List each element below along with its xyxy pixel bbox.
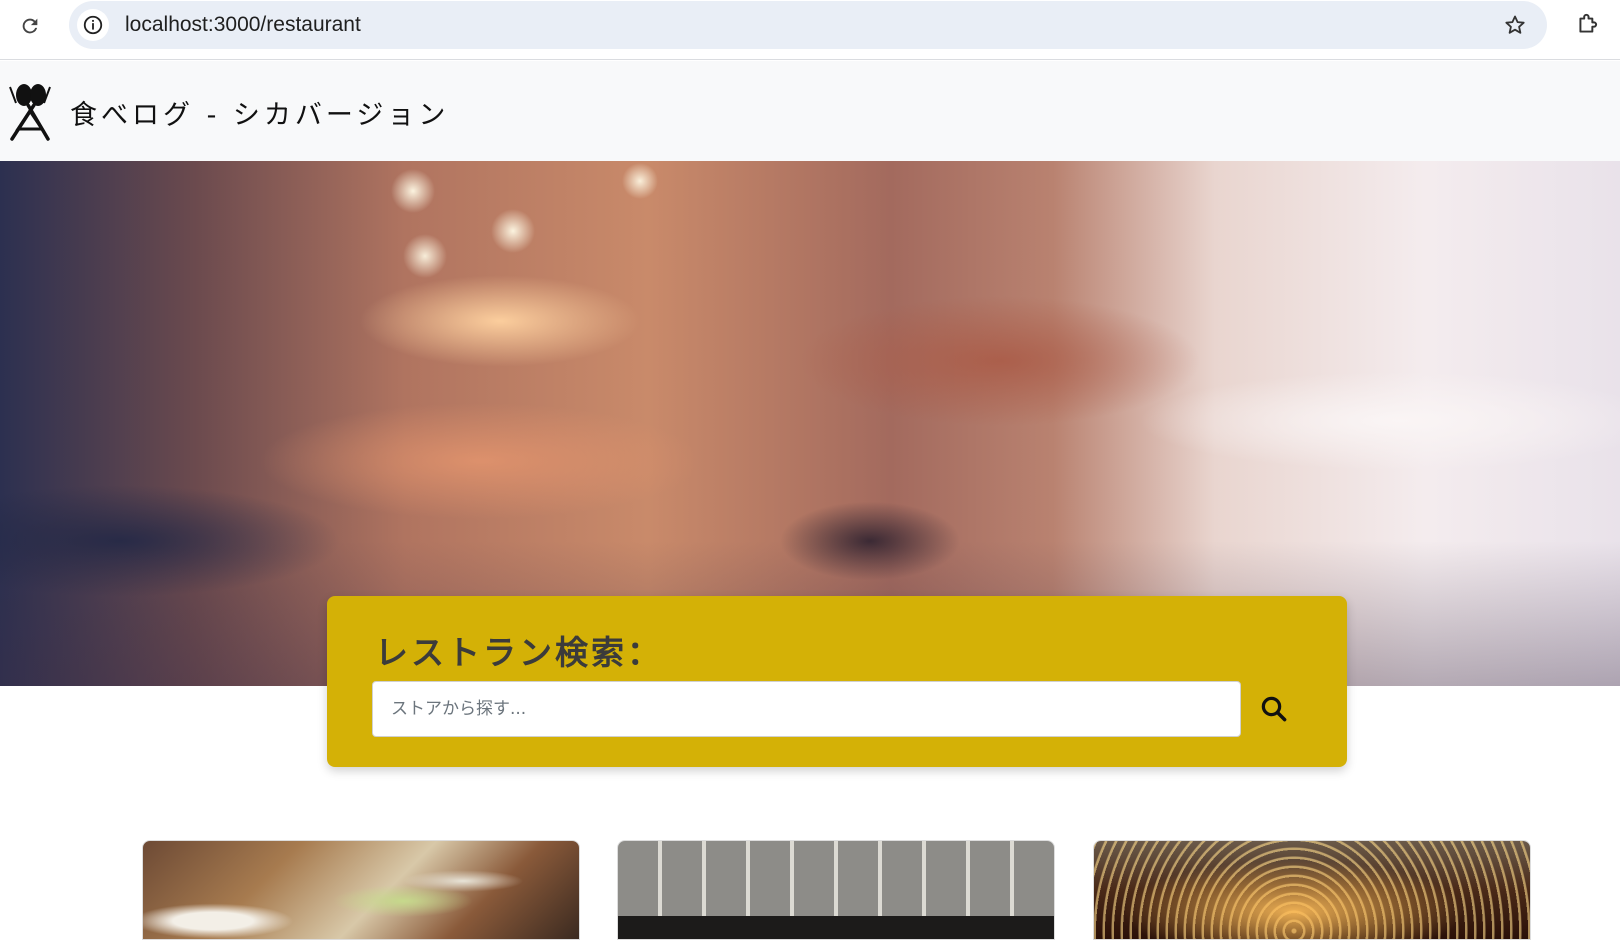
search-input[interactable] — [372, 681, 1241, 737]
reload-icon[interactable] — [14, 10, 46, 42]
search-title: レストラン検索： — [375, 633, 663, 672]
site-navbar: 食べログ - シカバージョン — [0, 61, 1620, 161]
restaurant-card-3[interactable] — [1093, 840, 1531, 940]
puzzle-icon[interactable] — [1572, 8, 1604, 40]
search-button[interactable] — [1253, 688, 1295, 730]
search-panel: レストラン検索： — [327, 596, 1347, 767]
brand-name[interactable]: 食べログ - シカバージョン — [70, 93, 449, 132]
brand-link[interactable]: 食べログ - シカバージョン — [4, 81, 449, 143]
address-bar[interactable]: localhost:3000/restaurant — [69, 1, 1547, 49]
url-text[interactable]: localhost:3000/restaurant — [125, 13, 361, 37]
restaurant-card-1[interactable] — [142, 840, 580, 940]
browser-toolbar: localhost:3000/restaurant — [0, 0, 1620, 60]
star-icon[interactable] — [1501, 11, 1529, 39]
info-icon[interactable] — [77, 9, 109, 41]
restaurant-card-2[interactable] — [617, 840, 1055, 940]
search-icon — [1261, 696, 1287, 722]
fork-spoon-logo — [9, 84, 51, 141]
